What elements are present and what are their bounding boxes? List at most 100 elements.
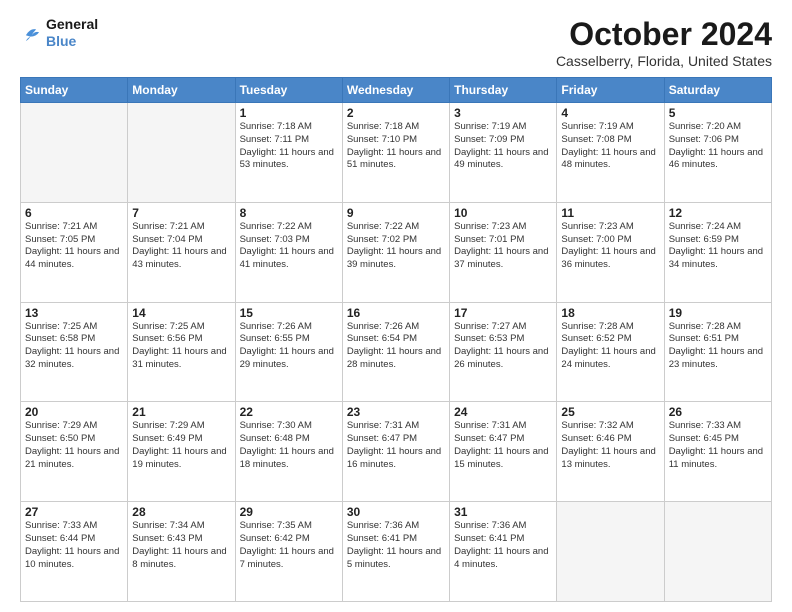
- day-info: Sunrise: 7:22 AM Sunset: 7:03 PM Dayligh…: [240, 221, 338, 272]
- day-cell: 9Sunrise: 7:22 AM Sunset: 7:02 PM Daylig…: [342, 202, 449, 302]
- day-number: 5: [669, 106, 767, 120]
- day-number: 17: [454, 306, 552, 320]
- day-number: 27: [25, 505, 123, 519]
- day-number: 11: [561, 206, 659, 220]
- day-info: Sunrise: 7:27 AM Sunset: 6:53 PM Dayligh…: [454, 321, 552, 372]
- day-number: 14: [132, 306, 230, 320]
- day-cell: 28Sunrise: 7:34 AM Sunset: 6:43 PM Dayli…: [128, 502, 235, 602]
- day-number: 9: [347, 206, 445, 220]
- day-info: Sunrise: 7:18 AM Sunset: 7:10 PM Dayligh…: [347, 121, 445, 172]
- day-info: Sunrise: 7:32 AM Sunset: 6:46 PM Dayligh…: [561, 420, 659, 471]
- day-info: Sunrise: 7:29 AM Sunset: 6:50 PM Dayligh…: [25, 420, 123, 471]
- day-cell: 10Sunrise: 7:23 AM Sunset: 7:01 PM Dayli…: [450, 202, 557, 302]
- day-number: 20: [25, 405, 123, 419]
- day-info: Sunrise: 7:23 AM Sunset: 7:01 PM Dayligh…: [454, 221, 552, 272]
- day-cell: 20Sunrise: 7:29 AM Sunset: 6:50 PM Dayli…: [21, 402, 128, 502]
- day-number: 12: [669, 206, 767, 220]
- title-block: October 2024 Casselberry, Florida, Unite…: [556, 16, 772, 69]
- month-title: October 2024: [556, 16, 772, 53]
- day-info: Sunrise: 7:26 AM Sunset: 6:54 PM Dayligh…: [347, 321, 445, 372]
- day-cell: 23Sunrise: 7:31 AM Sunset: 6:47 PM Dayli…: [342, 402, 449, 502]
- day-info: Sunrise: 7:19 AM Sunset: 7:09 PM Dayligh…: [454, 121, 552, 172]
- day-number: 13: [25, 306, 123, 320]
- header-tuesday: Tuesday: [235, 78, 342, 103]
- day-info: Sunrise: 7:33 AM Sunset: 6:44 PM Dayligh…: [25, 520, 123, 571]
- week-row-1: 1Sunrise: 7:18 AM Sunset: 7:11 PM Daylig…: [21, 103, 772, 203]
- day-number: 22: [240, 405, 338, 419]
- day-cell: 25Sunrise: 7:32 AM Sunset: 6:46 PM Dayli…: [557, 402, 664, 502]
- day-cell: 22Sunrise: 7:30 AM Sunset: 6:48 PM Dayli…: [235, 402, 342, 502]
- day-cell: 14Sunrise: 7:25 AM Sunset: 6:56 PM Dayli…: [128, 302, 235, 402]
- day-cell: 13Sunrise: 7:25 AM Sunset: 6:58 PM Dayli…: [21, 302, 128, 402]
- day-info: Sunrise: 7:22 AM Sunset: 7:02 PM Dayligh…: [347, 221, 445, 272]
- day-info: Sunrise: 7:23 AM Sunset: 7:00 PM Dayligh…: [561, 221, 659, 272]
- day-number: 30: [347, 505, 445, 519]
- day-cell: 30Sunrise: 7:36 AM Sunset: 6:41 PM Dayli…: [342, 502, 449, 602]
- day-info: Sunrise: 7:35 AM Sunset: 6:42 PM Dayligh…: [240, 520, 338, 571]
- header-wednesday: Wednesday: [342, 78, 449, 103]
- day-number: 26: [669, 405, 767, 419]
- day-number: 18: [561, 306, 659, 320]
- day-cell: 4Sunrise: 7:19 AM Sunset: 7:08 PM Daylig…: [557, 103, 664, 203]
- day-cell: 24Sunrise: 7:31 AM Sunset: 6:47 PM Dayli…: [450, 402, 557, 502]
- day-number: 31: [454, 505, 552, 519]
- day-cell: [664, 502, 771, 602]
- day-cell: 16Sunrise: 7:26 AM Sunset: 6:54 PM Dayli…: [342, 302, 449, 402]
- header-sunday: Sunday: [21, 78, 128, 103]
- day-info: Sunrise: 7:31 AM Sunset: 6:47 PM Dayligh…: [347, 420, 445, 471]
- header-monday: Monday: [128, 78, 235, 103]
- location: Casselberry, Florida, United States: [556, 53, 772, 69]
- day-cell: 2Sunrise: 7:18 AM Sunset: 7:10 PM Daylig…: [342, 103, 449, 203]
- day-cell: 3Sunrise: 7:19 AM Sunset: 7:09 PM Daylig…: [450, 103, 557, 203]
- day-number: 24: [454, 405, 552, 419]
- day-cell: 29Sunrise: 7:35 AM Sunset: 6:42 PM Dayli…: [235, 502, 342, 602]
- day-info: Sunrise: 7:36 AM Sunset: 6:41 PM Dayligh…: [454, 520, 552, 571]
- day-info: Sunrise: 7:20 AM Sunset: 7:06 PM Dayligh…: [669, 121, 767, 172]
- day-cell: 26Sunrise: 7:33 AM Sunset: 6:45 PM Dayli…: [664, 402, 771, 502]
- calendar-table: Sunday Monday Tuesday Wednesday Thursday…: [20, 77, 772, 602]
- day-cell: 7Sunrise: 7:21 AM Sunset: 7:04 PM Daylig…: [128, 202, 235, 302]
- day-number: 29: [240, 505, 338, 519]
- day-number: 23: [347, 405, 445, 419]
- day-number: 15: [240, 306, 338, 320]
- day-info: Sunrise: 7:18 AM Sunset: 7:11 PM Dayligh…: [240, 121, 338, 172]
- day-number: 6: [25, 206, 123, 220]
- day-cell: [21, 103, 128, 203]
- day-cell: 31Sunrise: 7:36 AM Sunset: 6:41 PM Dayli…: [450, 502, 557, 602]
- header-thursday: Thursday: [450, 78, 557, 103]
- week-row-4: 20Sunrise: 7:29 AM Sunset: 6:50 PM Dayli…: [21, 402, 772, 502]
- week-row-5: 27Sunrise: 7:33 AM Sunset: 6:44 PM Dayli…: [21, 502, 772, 602]
- header-friday: Friday: [557, 78, 664, 103]
- day-cell: 11Sunrise: 7:23 AM Sunset: 7:00 PM Dayli…: [557, 202, 664, 302]
- page: General Blue October 2024 Casselberry, F…: [0, 0, 792, 612]
- week-row-3: 13Sunrise: 7:25 AM Sunset: 6:58 PM Dayli…: [21, 302, 772, 402]
- day-info: Sunrise: 7:24 AM Sunset: 6:59 PM Dayligh…: [669, 221, 767, 272]
- day-number: 4: [561, 106, 659, 120]
- day-info: Sunrise: 7:25 AM Sunset: 6:56 PM Dayligh…: [132, 321, 230, 372]
- day-cell: 12Sunrise: 7:24 AM Sunset: 6:59 PM Dayli…: [664, 202, 771, 302]
- day-number: 10: [454, 206, 552, 220]
- day-number: 19: [669, 306, 767, 320]
- day-info: Sunrise: 7:30 AM Sunset: 6:48 PM Dayligh…: [240, 420, 338, 471]
- day-cell: 27Sunrise: 7:33 AM Sunset: 6:44 PM Dayli…: [21, 502, 128, 602]
- day-cell: 15Sunrise: 7:26 AM Sunset: 6:55 PM Dayli…: [235, 302, 342, 402]
- header: General Blue October 2024 Casselberry, F…: [20, 16, 772, 69]
- day-cell: 17Sunrise: 7:27 AM Sunset: 6:53 PM Dayli…: [450, 302, 557, 402]
- day-info: Sunrise: 7:26 AM Sunset: 6:55 PM Dayligh…: [240, 321, 338, 372]
- day-cell: 18Sunrise: 7:28 AM Sunset: 6:52 PM Dayli…: [557, 302, 664, 402]
- day-info: Sunrise: 7:21 AM Sunset: 7:04 PM Dayligh…: [132, 221, 230, 272]
- day-cell: [557, 502, 664, 602]
- logo-icon: [20, 22, 42, 44]
- day-cell: 21Sunrise: 7:29 AM Sunset: 6:49 PM Dayli…: [128, 402, 235, 502]
- day-number: 7: [132, 206, 230, 220]
- day-cell: 19Sunrise: 7:28 AM Sunset: 6:51 PM Dayli…: [664, 302, 771, 402]
- day-info: Sunrise: 7:28 AM Sunset: 6:52 PM Dayligh…: [561, 321, 659, 372]
- header-saturday: Saturday: [664, 78, 771, 103]
- day-info: Sunrise: 7:29 AM Sunset: 6:49 PM Dayligh…: [132, 420, 230, 471]
- day-info: Sunrise: 7:21 AM Sunset: 7:05 PM Dayligh…: [25, 221, 123, 272]
- day-number: 8: [240, 206, 338, 220]
- day-info: Sunrise: 7:25 AM Sunset: 6:58 PM Dayligh…: [25, 321, 123, 372]
- day-info: Sunrise: 7:36 AM Sunset: 6:41 PM Dayligh…: [347, 520, 445, 571]
- day-number: 1: [240, 106, 338, 120]
- week-row-2: 6Sunrise: 7:21 AM Sunset: 7:05 PM Daylig…: [21, 202, 772, 302]
